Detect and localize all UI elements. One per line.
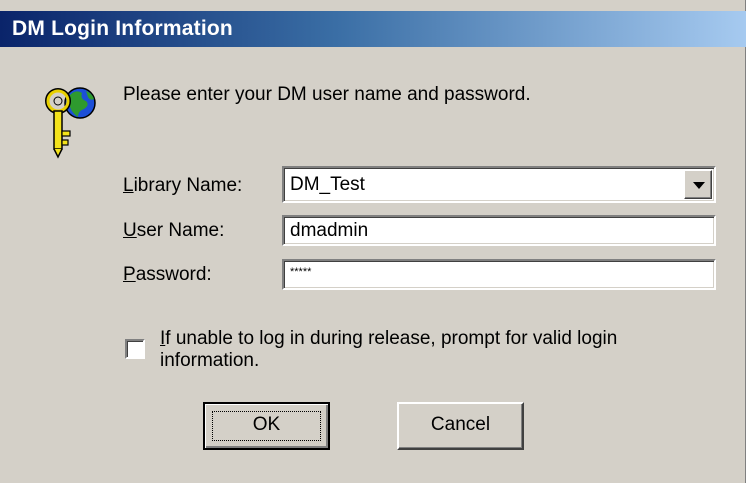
password-value: ***** — [290, 266, 312, 278]
user-label-rest: ser Name: — [136, 220, 225, 241]
user-name-label: User Name: — [123, 220, 224, 242]
instruction-text: Please enter your DM user name and passw… — [123, 84, 531, 105]
login-dialog: DM Login Information Please enter your D… — [0, 0, 746, 483]
library-name-value: DM_Test — [290, 174, 365, 195]
password-label-rest: assword: — [135, 264, 212, 285]
focus-rectangle — [212, 411, 321, 441]
library-label-rest: ibrary Name: — [133, 175, 243, 196]
key-globe-icon — [36, 79, 106, 161]
checkbox-label-rest: f unable to log in during release, promp… — [160, 328, 618, 371]
prompt-login-checkbox-label[interactable]: If unable to log in during release, prom… — [160, 328, 700, 372]
user-hotkey: U — [123, 220, 137, 241]
user-name-value: dmadmin — [290, 220, 369, 241]
prompt-login-checkbox[interactable] — [125, 339, 145, 359]
dialog-title: DM Login Information — [12, 17, 233, 40]
cancel-button[interactable]: Cancel — [397, 402, 524, 450]
library-name-label: Library Name: — [123, 175, 242, 197]
cancel-button-label: Cancel — [430, 414, 491, 435]
library-name-select[interactable]: DM_Test — [282, 166, 716, 203]
password-hotkey: P — [123, 264, 136, 285]
password-label: Password: — [123, 264, 212, 286]
library-dropdown-button[interactable] — [684, 170, 712, 199]
ok-button[interactable]: OK — [203, 402, 330, 450]
title-bar[interactable]: DM Login Information — [0, 11, 746, 47]
user-name-input[interactable]: dmadmin — [282, 215, 716, 246]
library-hotkey: L — [123, 175, 134, 196]
chevron-down-icon — [693, 182, 705, 189]
password-input[interactable]: ***** — [282, 259, 716, 290]
